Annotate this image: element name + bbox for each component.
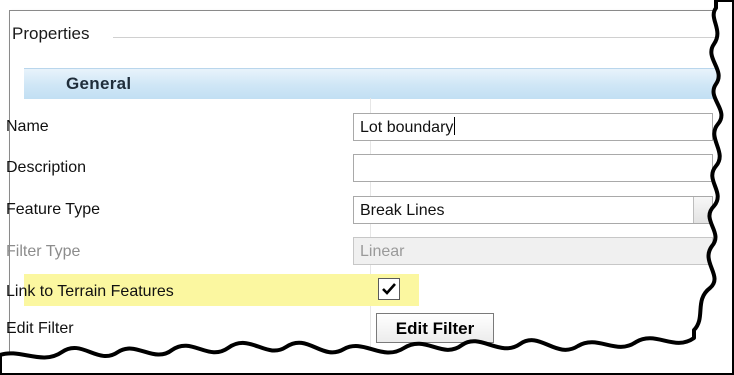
screenshot-frame: Properties General Name Lot boundary Des… [0,0,734,375]
torn-edge-decoration [0,0,734,375]
